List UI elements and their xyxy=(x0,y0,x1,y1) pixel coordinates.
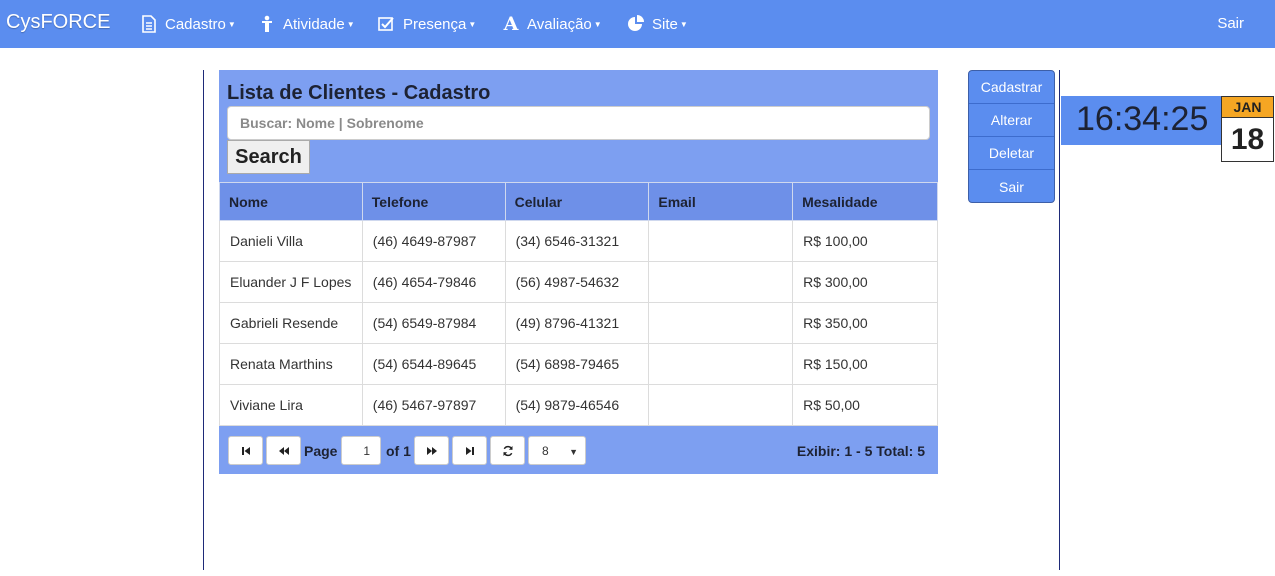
checkbox-icon xyxy=(378,15,396,33)
calendar-day: 18 xyxy=(1221,118,1274,162)
clients-list-panel: Lista de Clientes - Cadastro Search Nome… xyxy=(219,70,938,474)
cell-telefone: (46) 4649-87987 xyxy=(361,220,506,262)
table-row[interactable]: Eluander J F Lopes (46) 4654-79846 (56) … xyxy=(219,261,938,303)
cell-nome: Renata Marthins xyxy=(219,343,363,385)
nav-item-presenca[interactable]: Presença ▼ xyxy=(378,12,476,36)
fast-forward-icon xyxy=(426,446,437,455)
column-header-telefone[interactable]: Telefone xyxy=(361,182,506,221)
pagination-bar: Page of 1 8 ▼ Exibir: 1 - 5 Total: 5 xyxy=(219,426,938,474)
table-row[interactable]: Viviane Lira (46) 5467-97897 (54) 9879-4… xyxy=(219,384,938,426)
table-header-row: Nome Telefone Celular Email Mesalidade xyxy=(219,182,938,221)
figure-icon xyxy=(258,15,276,33)
cell-nome: Danieli Villa xyxy=(219,220,363,262)
prev-page-button[interactable] xyxy=(266,436,301,465)
cell-telefone: (46) 5467-97897 xyxy=(361,384,506,426)
last-page-button[interactable] xyxy=(452,436,487,465)
register-button[interactable]: Cadastrar xyxy=(969,71,1054,104)
delete-button[interactable]: Deletar xyxy=(969,137,1054,170)
pie-chart-icon xyxy=(627,15,645,33)
column-header-nome[interactable]: Nome xyxy=(219,182,363,221)
page-title: Lista de Clientes - Cadastro xyxy=(227,82,491,104)
column-header-celular[interactable]: Celular xyxy=(504,182,650,221)
content-border-left xyxy=(203,70,204,570)
first-page-icon xyxy=(241,446,250,455)
top-navbar: CysFORCE Cadastro ▼ Atividade ▼ Presença… xyxy=(0,0,1275,48)
document-icon xyxy=(140,15,158,33)
last-page-icon xyxy=(465,446,474,455)
edit-button[interactable]: Alterar xyxy=(969,104,1054,137)
clients-table: Nome Telefone Celular Email Mesalidade D… xyxy=(219,182,938,426)
table-row[interactable]: Gabrieli Resende (54) 6549-87984 (49) 87… xyxy=(219,302,938,344)
cell-nome: Viviane Lira xyxy=(219,384,363,426)
cell-telefone: (54) 6549-87984 xyxy=(361,302,506,344)
cell-celular: (56) 4987-54632 xyxy=(504,261,650,303)
nav-label-avaliacao: Avaliação xyxy=(527,15,592,33)
nav-item-avaliacao[interactable]: A Avaliação ▼ xyxy=(502,12,602,36)
caret-down-icon: ▼ xyxy=(593,19,602,29)
cell-email xyxy=(648,261,794,303)
nav-item-site[interactable]: Site ▼ xyxy=(627,12,688,36)
exit-button[interactable]: Sair xyxy=(969,170,1054,202)
nav-label-presenca: Presença xyxy=(403,15,467,33)
letter-a-icon: A xyxy=(503,13,519,35)
column-header-mesalidade[interactable]: Mesalidade xyxy=(792,182,938,221)
action-menu: Cadastrar Alterar Deletar Sair xyxy=(968,70,1055,203)
first-page-button[interactable] xyxy=(228,436,263,465)
caret-down-icon: ▼ xyxy=(679,19,688,29)
table-row[interactable]: Renata Marthins (54) 6544-89645 (54) 689… xyxy=(219,343,938,385)
cell-celular: (54) 9879-46546 xyxy=(504,384,650,426)
logout-link[interactable]: Sair xyxy=(1217,15,1244,32)
nav-label-atividade: Atividade xyxy=(283,15,345,33)
cell-nome: Eluander J F Lopes xyxy=(219,261,363,303)
pagination-info: Exibir: 1 - 5 Total: 5 xyxy=(796,443,925,459)
table-row[interactable]: Danieli Villa (46) 4649-87987 (34) 6546-… xyxy=(219,220,938,262)
cell-mesalidade: R$ 300,00 xyxy=(792,261,938,303)
calendar-widget: JAN 18 xyxy=(1221,96,1274,162)
cell-email xyxy=(648,343,794,385)
nav-label-cadastro: Cadastro xyxy=(165,15,226,33)
cell-mesalidade: R$ 50,00 xyxy=(792,384,938,426)
page-size-value: 8 xyxy=(542,443,549,458)
cell-telefone: (46) 4654-79846 xyxy=(361,261,506,303)
cell-email xyxy=(648,220,794,262)
search-input[interactable] xyxy=(227,106,930,140)
cell-mesalidade: R$ 150,00 xyxy=(792,343,938,385)
cell-email xyxy=(648,384,794,426)
cell-telefone: (54) 6544-89645 xyxy=(361,343,506,385)
caret-down-icon: ▼ xyxy=(227,19,236,29)
rewind-icon xyxy=(278,446,289,455)
page-size-select[interactable]: 8 ▼ xyxy=(528,436,586,465)
cell-celular: (34) 6546-31321 xyxy=(504,220,650,262)
brand-logo[interactable]: CysFORCE xyxy=(6,11,110,34)
nav-item-atividade[interactable]: Atividade ▼ xyxy=(258,12,355,36)
cell-nome: Gabrieli Resende xyxy=(219,302,363,344)
nav-item-cadastro[interactable]: Cadastro ▼ xyxy=(140,12,236,36)
refresh-button[interactable] xyxy=(490,436,525,465)
content-border-right xyxy=(1059,70,1060,570)
search-button[interactable]: Search xyxy=(227,140,310,174)
caret-down-icon: ▼ xyxy=(346,19,355,29)
nav-label-site: Site xyxy=(652,15,678,33)
panel-header: Lista de Clientes - Cadastro Search xyxy=(219,70,938,182)
page-label: Page xyxy=(304,443,338,459)
refresh-icon xyxy=(502,445,513,456)
cell-mesalidade: R$ 350,00 xyxy=(792,302,938,344)
calendar-month: JAN xyxy=(1221,96,1274,118)
clock-time: 16:34:25 xyxy=(1076,100,1209,138)
caret-down-icon: ▼ xyxy=(468,19,477,29)
cell-celular: (54) 6898-79465 xyxy=(504,343,650,385)
next-page-button[interactable] xyxy=(414,436,449,465)
dropdown-arrow-icon: ▼ xyxy=(569,447,578,457)
cell-email xyxy=(648,302,794,344)
cell-celular: (49) 8796-41321 xyxy=(504,302,650,344)
page-count-label: of 1 xyxy=(386,443,411,459)
column-header-email[interactable]: Email xyxy=(648,182,794,221)
page-number-input[interactable] xyxy=(341,436,381,465)
cell-mesalidade: R$ 100,00 xyxy=(792,220,938,262)
